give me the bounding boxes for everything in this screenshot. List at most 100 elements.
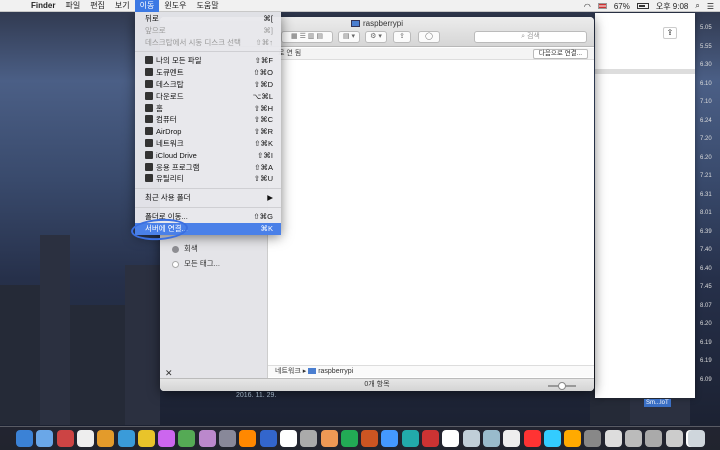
menu-app-name[interactable]: Finder — [26, 0, 60, 12]
dock-app-icon[interactable] — [16, 430, 33, 447]
path-network[interactable]: 네트워크 — [275, 368, 301, 375]
dock-app-icon[interactable] — [300, 430, 318, 447]
spotlight-icon[interactable]: ⌕ — [695, 1, 699, 11]
go-menu-item[interactable]: 홈 ⇧⌘H — [135, 103, 281, 115]
battery-percent[interactable]: 67% — [614, 2, 630, 11]
menu-help[interactable]: 도움말 — [191, 0, 223, 12]
view-mode-buttons[interactable]: ▦ ☰ ▥ ▤ — [281, 31, 333, 43]
dock-app-icon[interactable] — [645, 430, 663, 447]
sidebar-all-tags[interactable]: 모든 태그... — [172, 258, 220, 269]
go-menu-item-shortcut: ⇧⌘D — [253, 79, 273, 89]
go-menu-item[interactable]: 응용 프로그램 ⇧⌘A — [135, 162, 281, 174]
dock-app-icon[interactable] — [178, 430, 196, 447]
trash-icon[interactable] — [688, 430, 705, 447]
dock-app-icon[interactable] — [442, 430, 460, 447]
tag-button-icon[interactable]: ◯ — [418, 31, 440, 43]
dock-app-icon[interactable] — [137, 430, 155, 447]
dock-app-icon[interactable] — [76, 430, 94, 447]
dock-app-icon[interactable] — [625, 430, 642, 447]
go-menu-item[interactable]: 나의 모든 파일 ⇧⌘F — [135, 55, 281, 67]
menu-go[interactable]: 이동 — [134, 0, 160, 12]
dock-app-icon[interactable] — [503, 430, 521, 447]
wifi-icon[interactable]: ◠ — [584, 2, 591, 11]
menu-window[interactable]: 윈도우 — [159, 0, 191, 12]
go-menu-item[interactable]: 컴퓨터 ⇧⌘C — [135, 114, 281, 126]
menu-view[interactable]: 보기 — [110, 0, 135, 12]
dock-app-icon[interactable] — [564, 430, 582, 447]
go-menu: 뒤로 ⌘[앞으로 ⌘] 데스크탑에서 시동 디스크 선택 ⇧⌘↑ 나의 모든 파일 ⇧⌘F 도… — [135, 12, 281, 235]
dock-app-icon[interactable] — [219, 430, 236, 447]
dock-app-icon[interactable] — [259, 430, 277, 447]
share-button-icon[interactable]: ⇪ — [393, 31, 411, 43]
menu-file[interactable]: 파일 — [60, 0, 85, 12]
go-menu-item-label: 유틸리티 — [156, 174, 184, 184]
dock-app-icon[interactable] — [381, 430, 399, 447]
dock-app-icon[interactable] — [158, 430, 176, 447]
desktop-icon — [145, 79, 153, 88]
group-button[interactable]: ▤ ▾ — [338, 31, 360, 43]
right-number-column: 5.05 5.55 6.30 6.10 7.10 6.24 7.20 6.20 7.21 6.31… — [700, 25, 720, 395]
dock-app-icon[interactable] — [117, 430, 135, 447]
dock-app-icon[interactable] — [198, 430, 216, 447]
dock-app-icon[interactable] — [239, 430, 257, 447]
go-menu-item-label: 데스크탑에서 시동 디스크 선택 — [145, 37, 241, 47]
path-bar: 네트워크 ▸ raspberrypi — [268, 365, 594, 377]
input-source-flag-icon[interactable] — [597, 3, 607, 9]
dock-app-icon[interactable] — [482, 430, 500, 447]
menu-edit[interactable]: 편집 — [85, 0, 110, 12]
right-number: 7.45 — [700, 284, 712, 290]
go-menu-item[interactable]: iCloud Drive ⇧⌘I — [135, 150, 281, 162]
go-menu-item-label: 네트워크 — [156, 138, 184, 148]
go-menu-item[interactable]: 네트워크 ⇧⌘K — [135, 138, 281, 150]
dock-app-icon[interactable] — [36, 430, 54, 447]
path-host[interactable]: raspberrypi — [318, 368, 353, 375]
dock-app-icon[interactable] — [56, 430, 74, 447]
clock[interactable]: 오후 9:08 — [656, 1, 689, 12]
dock-app-icon[interactable] — [340, 430, 358, 447]
right-number: 7.40 — [700, 247, 712, 253]
dock-app-icon[interactable] — [523, 430, 541, 447]
go-menu-item[interactable]: 최근 사용 폴더 ▶ — [135, 192, 281, 204]
dock-app-icon[interactable] — [584, 430, 602, 447]
dock: Sm...IoT — [0, 399, 720, 450]
right-number: 6.24 — [700, 117, 712, 124]
go-menu-item[interactable]: 다운로드 ⌥⌘L — [135, 91, 281, 103]
dock-app-icon[interactable] — [401, 430, 419, 447]
dock-app-icon[interactable] — [279, 430, 297, 447]
icon-size-slider[interactable] — [548, 382, 576, 390]
go-menu-item-shortcut: ▶ — [267, 193, 273, 203]
notification-center-icon[interactable]: ☰ — [707, 2, 714, 11]
right-number: 6.10 — [700, 80, 712, 87]
dock-app-icon[interactable] — [462, 430, 480, 447]
dock-app-icon[interactable] — [604, 430, 622, 447]
search-input[interactable]: ⌕ 검색 — [474, 31, 587, 43]
go-menu-item-label: 나의 모든 파일 — [156, 56, 202, 66]
go-menu-item[interactable]: 도큐멘트 ⇧⌘O — [135, 67, 281, 79]
battery-icon[interactable] — [636, 3, 649, 9]
date-stamp: 2016. 11. 29. — [236, 392, 277, 399]
desktop-item-label[interactable]: Sm...IoT — [644, 399, 671, 407]
go-menu-item[interactable]: 데스크탑에서 시동 디스크 선택 ⇧⌘↑ — [135, 37, 281, 49]
sidebar-tag-gray[interactable]: 회색 — [172, 243, 198, 254]
documents-icon — [145, 68, 153, 77]
go-menu-item[interactable]: 데스크탑 ⇧⌘D — [135, 79, 281, 91]
dock-app-icon[interactable] — [543, 430, 561, 447]
dock-app-icon[interactable] — [97, 430, 115, 447]
right-number: 8.07 — [700, 302, 712, 309]
go-menu-item[interactable]: 앞으로 ⌘] — [135, 25, 281, 37]
go-menu-item[interactable]: 뒤로 ⌘[ — [135, 13, 281, 25]
go-menu-item[interactable]: AirDrop ⇧⌘R — [135, 126, 281, 138]
share-icon[interactable]: ⇪ — [663, 27, 677, 39]
status-bar: 0개 항목 — [160, 378, 594, 391]
connect-as-button[interactable]: 다음으로 연결... — [532, 49, 588, 59]
dock-app-icon[interactable] — [320, 430, 338, 447]
go-menu-item-shortcut: ⇧⌘↑ — [255, 37, 273, 47]
action-gear-icon[interactable]: ⚙ ▾ — [365, 31, 387, 43]
go-menu-item-shortcut: ⌥⌘L — [252, 91, 273, 101]
dock-app-icon[interactable] — [665, 430, 683, 447]
go-menu-item[interactable]: 유틸리티 ⇧⌘U — [135, 173, 281, 185]
computer-icon — [308, 368, 317, 375]
dock-app-icon[interactable] — [361, 430, 379, 447]
dock-app-icon[interactable] — [422, 430, 439, 447]
menu-separator — [135, 188, 281, 190]
